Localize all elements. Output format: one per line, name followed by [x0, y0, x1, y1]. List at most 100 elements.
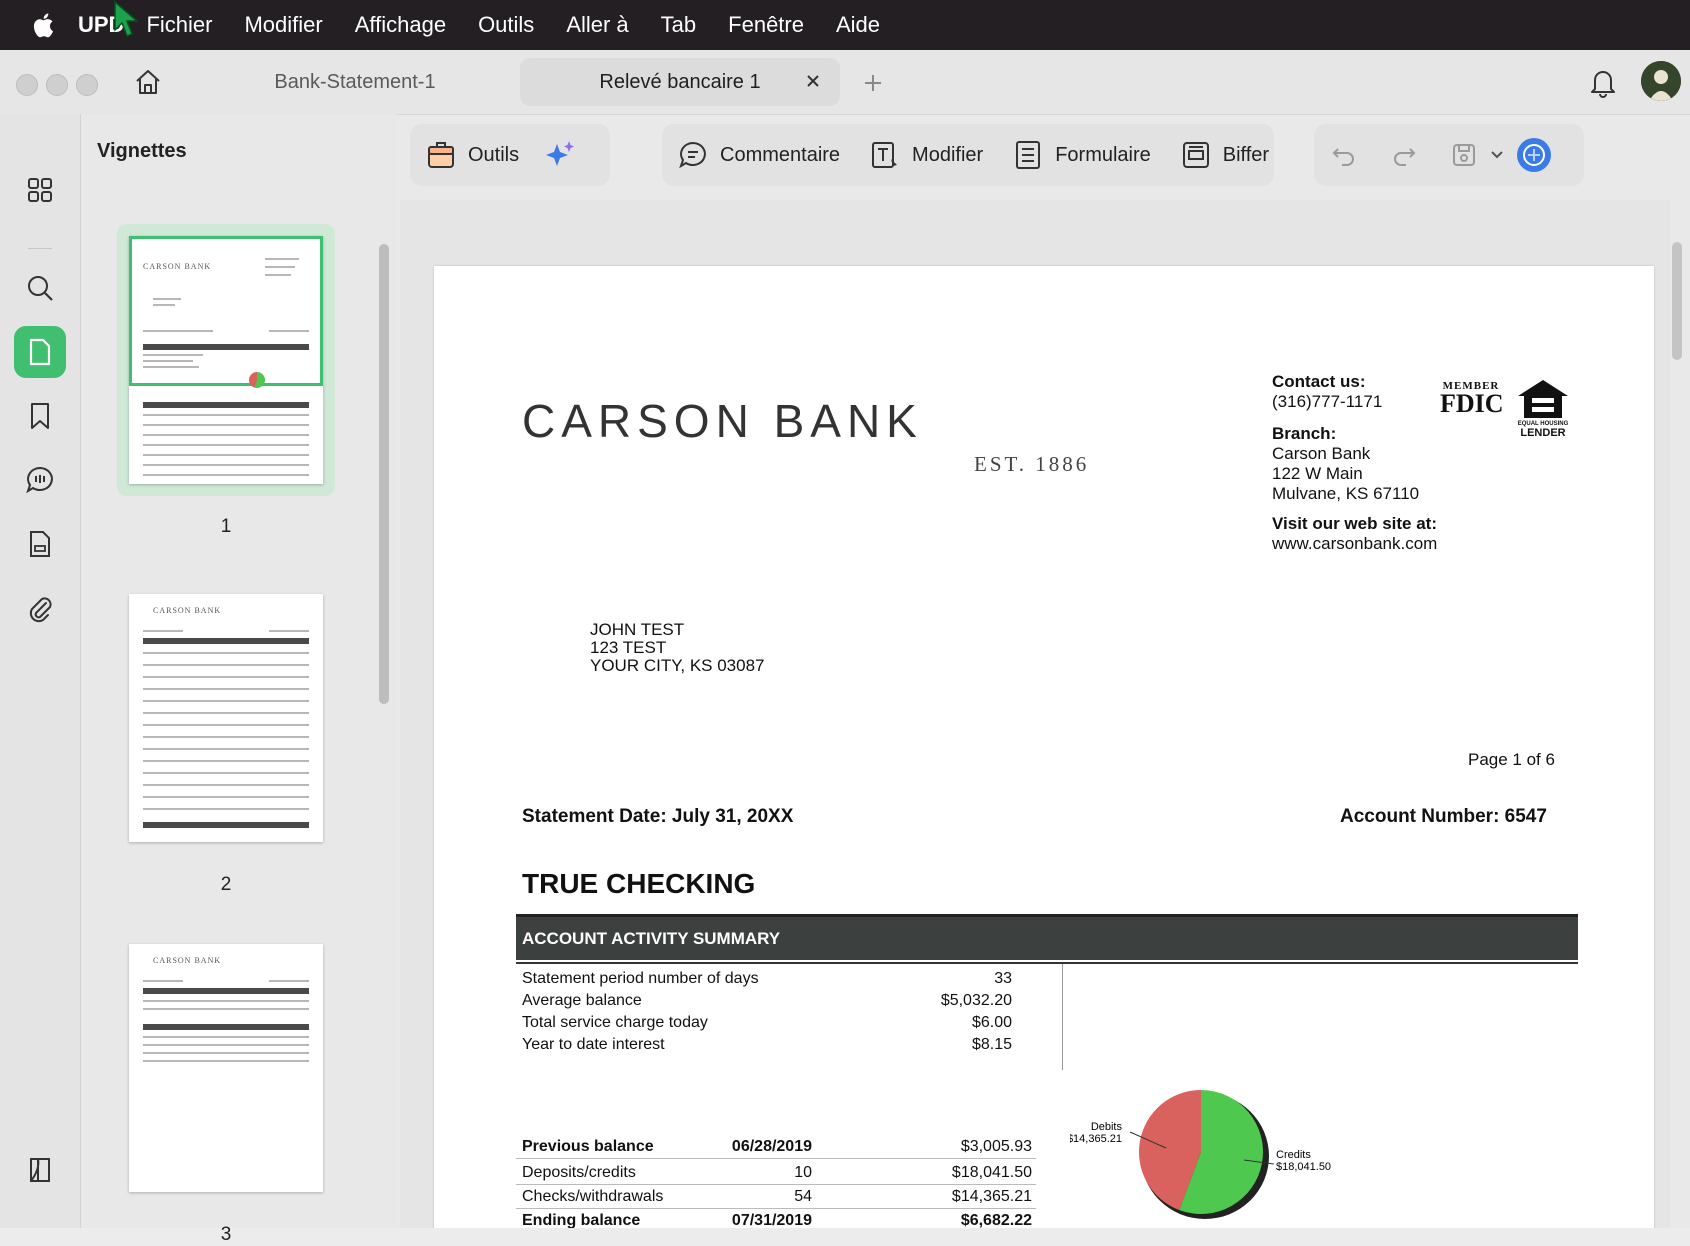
edit-label: Modifier — [912, 143, 984, 166]
summary-value: 33 — [994, 970, 1012, 987]
page-thumbnail-3[interactable]: CARSON BANK — [129, 944, 323, 1192]
undo-icon[interactable] — [1314, 124, 1374, 186]
summary-value: $5,032.20 — [940, 992, 1012, 1009]
bookmark-icon[interactable] — [14, 390, 66, 442]
summary-row: Statement period number of days 33 — [522, 970, 1012, 988]
menu-outils[interactable]: Outils — [478, 12, 534, 38]
menu-aller-a[interactable]: Aller à — [566, 12, 628, 38]
search-icon[interactable] — [14, 262, 66, 314]
edit-button[interactable]: Modifier — [854, 124, 997, 186]
document-page: CARSON BANK EST. 1886 Contact us: (316)7… — [434, 266, 1654, 1228]
website-heading: Visit our web site at: — [1272, 514, 1438, 533]
balance-amount: $14,365.21 — [951, 1188, 1032, 1205]
contact-block: Contact us: (316)777-1171 — [1272, 372, 1382, 412]
edit-tools-group: Commentaire Modifier Formulaire Biffer — [662, 124, 1274, 186]
statement-date: Statement Date: July 31, 20XX — [522, 806, 794, 827]
page-thumbnail-2[interactable]: CARSON BANK — [129, 594, 323, 842]
chevron-down-icon[interactable] — [1482, 124, 1512, 186]
apple-icon[interactable] — [24, 7, 60, 43]
form-label: Formulaire — [1055, 143, 1151, 166]
history-group — [1314, 124, 1584, 186]
comments-icon[interactable] — [14, 454, 66, 506]
thumb-brand: CARSON BANK — [153, 956, 222, 965]
comment-button[interactable]: Commentaire — [662, 124, 854, 186]
edit-text-icon — [868, 138, 902, 172]
pie-value-credits: $18,041.50 — [1276, 1161, 1331, 1173]
thumb-brand: CARSON BANK — [153, 606, 222, 615]
form-button[interactable]: Formulaire — [997, 124, 1165, 186]
grid-view-icon[interactable] — [14, 164, 66, 216]
redact-button[interactable]: Biffer — [1165, 124, 1283, 186]
account-number: Account Number: 6547 — [1340, 806, 1547, 827]
panel-scrollbar[interactable] — [379, 244, 389, 704]
menu-tab[interactable]: Tab — [661, 12, 696, 38]
ai-sparkle-icon[interactable] — [533, 124, 587, 186]
fdic-logo: MEMBER FDIC — [1440, 380, 1504, 420]
page-icon[interactable] — [14, 518, 66, 570]
page-thumbnail-1[interactable]: CARSON BANK — [129, 236, 323, 484]
divider — [516, 1208, 1036, 1209]
title-bar: Bank-Statement-1 Relevé bancaire 1 — [0, 50, 1690, 115]
divider — [516, 1184, 1036, 1185]
tools-button[interactable]: Outils — [410, 124, 533, 186]
attachment-icon[interactable] — [14, 582, 66, 634]
document-scrollbar[interactable] — [1672, 242, 1682, 360]
summary-heading: ACCOUNT ACTIVITY SUMMARY — [522, 928, 781, 948]
new-tab-icon[interactable] — [858, 68, 888, 98]
thumb-brand: CARSON BANK — [143, 262, 212, 271]
thumbnails-icon[interactable] — [14, 326, 66, 378]
redo-icon[interactable] — [1374, 124, 1434, 186]
balance-label: Deposits/credits — [522, 1164, 636, 1181]
close-window-button[interactable] — [16, 74, 38, 96]
save-icon[interactable] — [1434, 124, 1482, 186]
tools-label: Outils — [468, 143, 520, 166]
divider — [516, 1158, 1036, 1159]
balance-amount: $3,005.93 — [960, 1138, 1032, 1155]
minimize-window-button[interactable] — [46, 74, 68, 96]
tools-group: Outils — [410, 124, 610, 186]
redact-label: Biffer — [1222, 143, 1270, 166]
divider — [1062, 964, 1063, 1070]
document-viewport[interactable]: CARSON BANK EST. 1886 Contact us: (316)7… — [400, 200, 1670, 1228]
website-url: www.carsonbank.com — [1272, 534, 1438, 553]
bell-icon[interactable] — [1586, 64, 1620, 100]
ehl-line-2: LENDER — [1520, 427, 1566, 439]
panel-toggle-icon[interactable] — [14, 1144, 66, 1196]
redact-icon — [1179, 138, 1213, 172]
assistant-icon[interactable] — [1512, 124, 1556, 186]
menu-affichage[interactable]: Affichage — [355, 12, 446, 38]
balance-mid: 07/31/2019 — [731, 1212, 812, 1228]
menu-aide[interactable]: Aide — [836, 12, 880, 38]
tab-bank-statement[interactable]: Bank-Statement-1 — [210, 58, 500, 106]
branch-block: Branch: Carson Bank 122 W Main Mulvane, … — [1272, 424, 1419, 504]
pie-label-credits: Credits — [1276, 1149, 1311, 1161]
menu-modifier[interactable]: Modifier — [244, 12, 322, 38]
form-icon — [1011, 138, 1045, 172]
bank-logo-name: CARSON BANK — [522, 395, 923, 447]
equal-housing-logo: EQUAL HOUSING LENDER — [1514, 378, 1572, 440]
mouse-cursor-icon — [112, 0, 142, 40]
address-line: YOUR CITY, KS 03087 — [590, 656, 765, 675]
thumbnail-panel: Vignettes CARSON BANK 1 CARSON BANK 2 CA… — [81, 114, 396, 1245]
summary-row: Average balance $5,032.20 — [522, 992, 1012, 1010]
menu-fenetre[interactable]: Fenêtre — [728, 12, 804, 38]
close-tab-icon[interactable] — [800, 68, 826, 94]
summary-header-bar: ACCOUNT ACTIVITY SUMMARY — [516, 914, 1578, 960]
contact-heading: Contact us: — [1272, 372, 1366, 391]
panel-title: Vignettes — [97, 140, 187, 162]
balance-amount: $6,682.22 — [960, 1212, 1032, 1228]
summary-value: $8.15 — [971, 1036, 1012, 1053]
menu-fichier[interactable]: Fichier — [146, 12, 212, 38]
tab-releve-bancaire[interactable]: Relevé bancaire 1 — [520, 58, 840, 106]
zoom-window-button[interactable] — [76, 74, 98, 96]
section-title: TRUE CHECKING — [522, 868, 756, 899]
toolbox-icon — [424, 138, 458, 172]
summary-value: $6.00 — [971, 1014, 1012, 1031]
balance-label: Ending balance — [522, 1212, 641, 1228]
home-icon[interactable] — [130, 64, 166, 100]
thumbnail-page-number: 2 — [220, 874, 232, 895]
thumbnail-page-number: 1 — [220, 516, 232, 537]
branch-line: Mulvane, KS 67110 — [1272, 484, 1420, 503]
avatar[interactable] — [1641, 61, 1681, 101]
summary-label: Average balance — [522, 992, 642, 1009]
